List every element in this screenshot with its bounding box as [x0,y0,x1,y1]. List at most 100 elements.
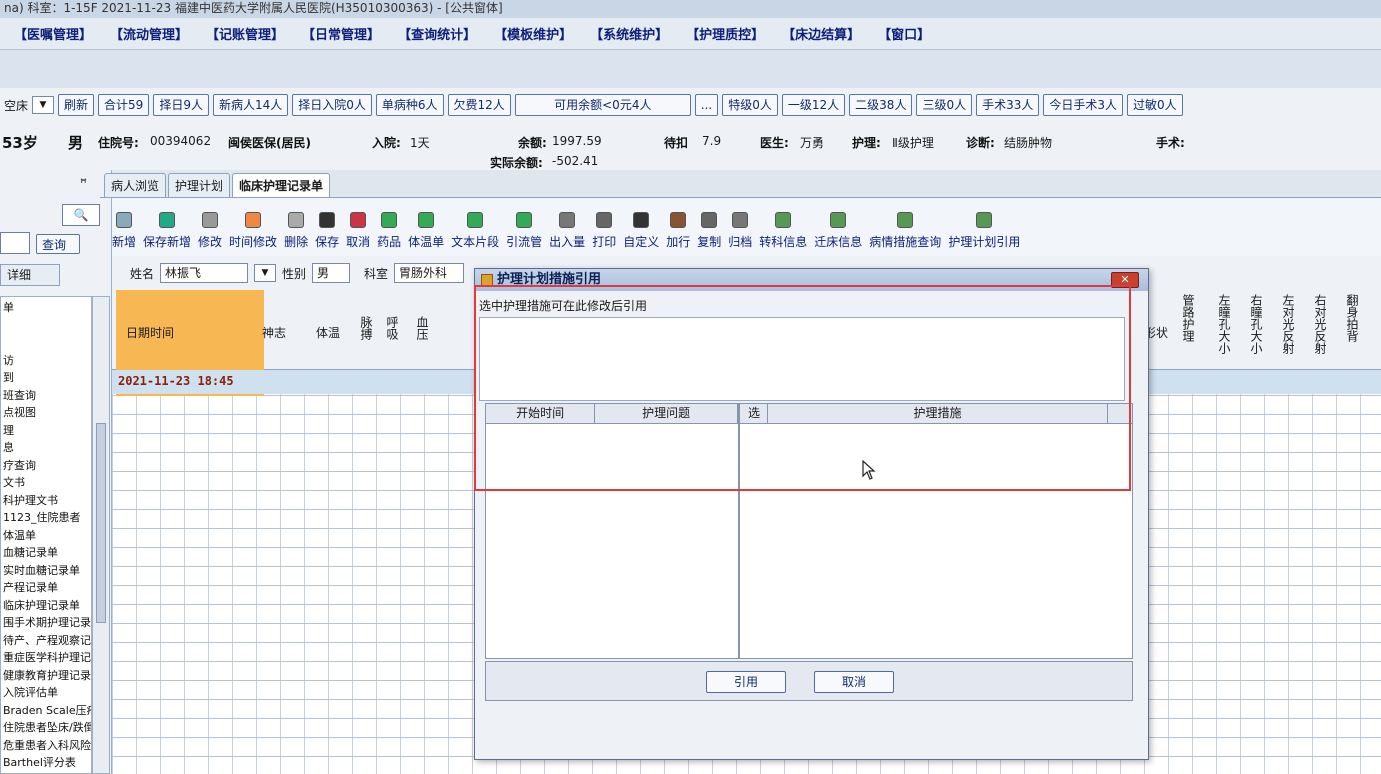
sidebar-item[interactable]: 入院评估单 [3,684,58,700]
actual-balance-label: 实际余额: [490,156,543,170]
admit-value: 1天 [410,136,430,150]
level-filter-button-2[interactable]: 二级38人 [849,94,913,116]
toolbar-button-10[interactable]: 引流管 [506,212,542,250]
level-filter-button-6[interactable]: 过敏0人 [1127,94,1183,116]
toolbar-icon-0 [116,212,132,228]
filter-button-0[interactable]: 刷新 [58,94,95,116]
level-filter-button-3[interactable]: 三级0人 [916,94,973,116]
filter-button-6[interactable]: 欠费12人 [447,94,511,116]
sidebar-item[interactable]: 单 [3,299,14,315]
name-label: 姓名 [130,266,155,281]
name-dropdown[interactable]: ▼ [254,264,277,282]
dept-field[interactable]: 胃肠外科 [394,263,465,283]
apply-button[interactable]: 引用 [706,671,786,693]
toolbar-button-20[interactable]: 护理计划引用 [948,212,1020,250]
toolbar-button-12[interactable]: 打印 [592,212,616,250]
sidebar-item[interactable]: 班查询 [3,387,36,403]
toolbar-button-14[interactable]: 加行 [666,212,690,250]
sidebar-item[interactable]: 临床护理记录单 [3,597,80,613]
sidebar-search-input[interactable] [0,232,30,254]
cancel-button[interactable]: 取消 [814,671,894,693]
search-icon[interactable]: 🔍 [62,204,100,226]
sidebar-search-button[interactable]: 查询 [36,234,80,254]
menu-item-7[interactable]: 【护理质控】 [686,24,764,43]
sidebar-item[interactable]: 1123_住院患者 [3,509,81,525]
toolbar-button-7[interactable]: 药品 [377,212,401,250]
level-filter-button-4[interactable]: 手术33人 [976,94,1040,116]
menu-item-1[interactable]: 【流动管理】 [110,24,188,43]
sidebar-item[interactable]: 访 [3,352,14,368]
toolbar-button-13[interactable]: 自定义 [623,212,659,250]
filter-button-1[interactable]: 合计59 [98,94,150,116]
tab-detail[interactable]: 详细 [0,264,60,286]
filter-button-3[interactable]: 新病人14人 [212,94,289,116]
menu-item-9[interactable]: 【窗口】 [878,24,930,43]
menu-item-8[interactable]: 【床边结算】 [782,24,860,43]
toolbar-button-4[interactable]: 删除 [284,212,308,250]
menu-item-6[interactable]: 【系统维护】 [590,24,668,43]
filter-button-2[interactable]: 择日9人 [153,94,209,116]
toolbar-label-20: 护理计划引用 [948,235,1021,249]
tab-2[interactable]: 临床护理记录单 [232,173,331,197]
pin-icon[interactable]: ꟸ [80,176,87,190]
toolbar-button-5[interactable]: 保存 [315,212,339,250]
sidebar-item[interactable]: 待产、产程观察记 [3,632,91,648]
toolbar-button-18[interactable]: 迁床信息 [814,212,862,250]
more-button[interactable]: ... [694,94,719,116]
sidebar-item[interactable]: 息 [3,439,14,455]
sidebar-item[interactable]: 健康教育护理记录 [3,667,91,683]
sidebar-item[interactable]: Braden Scale压疮 [3,702,91,718]
filter-button-5[interactable]: 单病种6人 [375,94,444,116]
sidebar-item[interactable]: 危重患者入科风险 [3,737,91,753]
toolbar-button-2[interactable]: 修改 [198,212,222,250]
bed-select-value[interactable]: 空床 [4,97,28,114]
bed-select-dropdown[interactable]: ▼ [32,96,55,114]
tab-1[interactable]: 护理计划 [168,173,231,197]
level-filter-button-1[interactable]: 一级12人 [781,94,846,116]
name-field[interactable]: 林振飞 [160,263,249,283]
balance-filter-button[interactable]: 可用余额<0元4人 [514,94,691,116]
toolbar-button-17[interactable]: 转科信息 [759,212,807,250]
toolbar-button-3[interactable]: 时间修改 [229,212,277,250]
sidebar-item[interactable]: 疗查询 [3,457,36,473]
sidebar-item[interactable]: 体温单 [3,527,36,543]
toolbar-button-15[interactable]: 复制 [697,212,721,250]
sidebar-item[interactable]: 科护理文书 [3,492,58,508]
tab-0[interactable]: 病人浏览 [104,173,167,197]
sidebar-item[interactable]: 实时血糖记录单 [3,562,80,578]
toolbar-button-9[interactable]: 文本片段 [451,212,499,250]
sidebar-item[interactable]: 重症医学科护理记 [3,649,91,665]
patient-info-bar: 53岁 男 住院号: 00394062 闽侯医保(居民) 入院: 1天 余额: … [0,122,1381,170]
toolbar-button-8[interactable]: 体温单 [408,212,444,250]
menu-item-5[interactable]: 【模板维护】 [494,24,572,43]
menu-item-3[interactable]: 【日常管理】 [302,24,380,43]
sidebar-item[interactable]: 点视图 [3,404,36,420]
toolbar-button-1[interactable]: 保存新增 [143,212,191,250]
toolbar-icon-16 [732,212,749,228]
main-tabs: 病人浏览 护理计划 临床护理记录单 [100,172,1381,198]
menu-item-4[interactable]: 【查询统计】 [398,24,476,43]
toolbar-button-11[interactable]: 出入量 [549,212,585,250]
sidebar-item[interactable]: 理 [3,422,14,438]
level-filter-button-5[interactable]: 今日手术3人 [1043,94,1124,116]
sidebar-item[interactable]: 产程记录单 [3,579,58,595]
menu-item-0[interactable]: 【医嘱管理】 [14,24,92,43]
toolbar-label-13: 自定义 [623,235,660,249]
level-filter-button-0[interactable]: 特级0人 [722,94,778,116]
sidebar-item[interactable]: 血糖记录单 [3,544,58,560]
toolbar-button-0[interactable]: 新增 [112,212,136,250]
toolbar-icon-1 [159,212,176,228]
sidebar-item[interactable]: 围手术期护理记录 [3,614,91,630]
toolbar-button-16[interactable]: 归档 [728,212,752,250]
sidebar-item[interactable]: 住院患者坠床/跌倒 [3,719,91,735]
sidebar-item[interactable]: 文书 [3,474,25,490]
filter-button-4[interactable]: 择日入院0人 [292,94,372,116]
sex-field[interactable]: 男 [312,263,351,283]
toolbar-button-6[interactable]: 取消 [346,212,370,250]
sidebar-item[interactable]: 到 [3,369,14,385]
sidebar-item[interactable]: Barthel评分表 [3,754,76,770]
sidebar-scrollbar[interactable] [92,296,110,774]
toolbar-button-19[interactable]: 病情措施查询 [869,212,941,250]
menu-item-2[interactable]: 【记账管理】 [206,24,284,43]
highlight-box [474,285,1131,491]
